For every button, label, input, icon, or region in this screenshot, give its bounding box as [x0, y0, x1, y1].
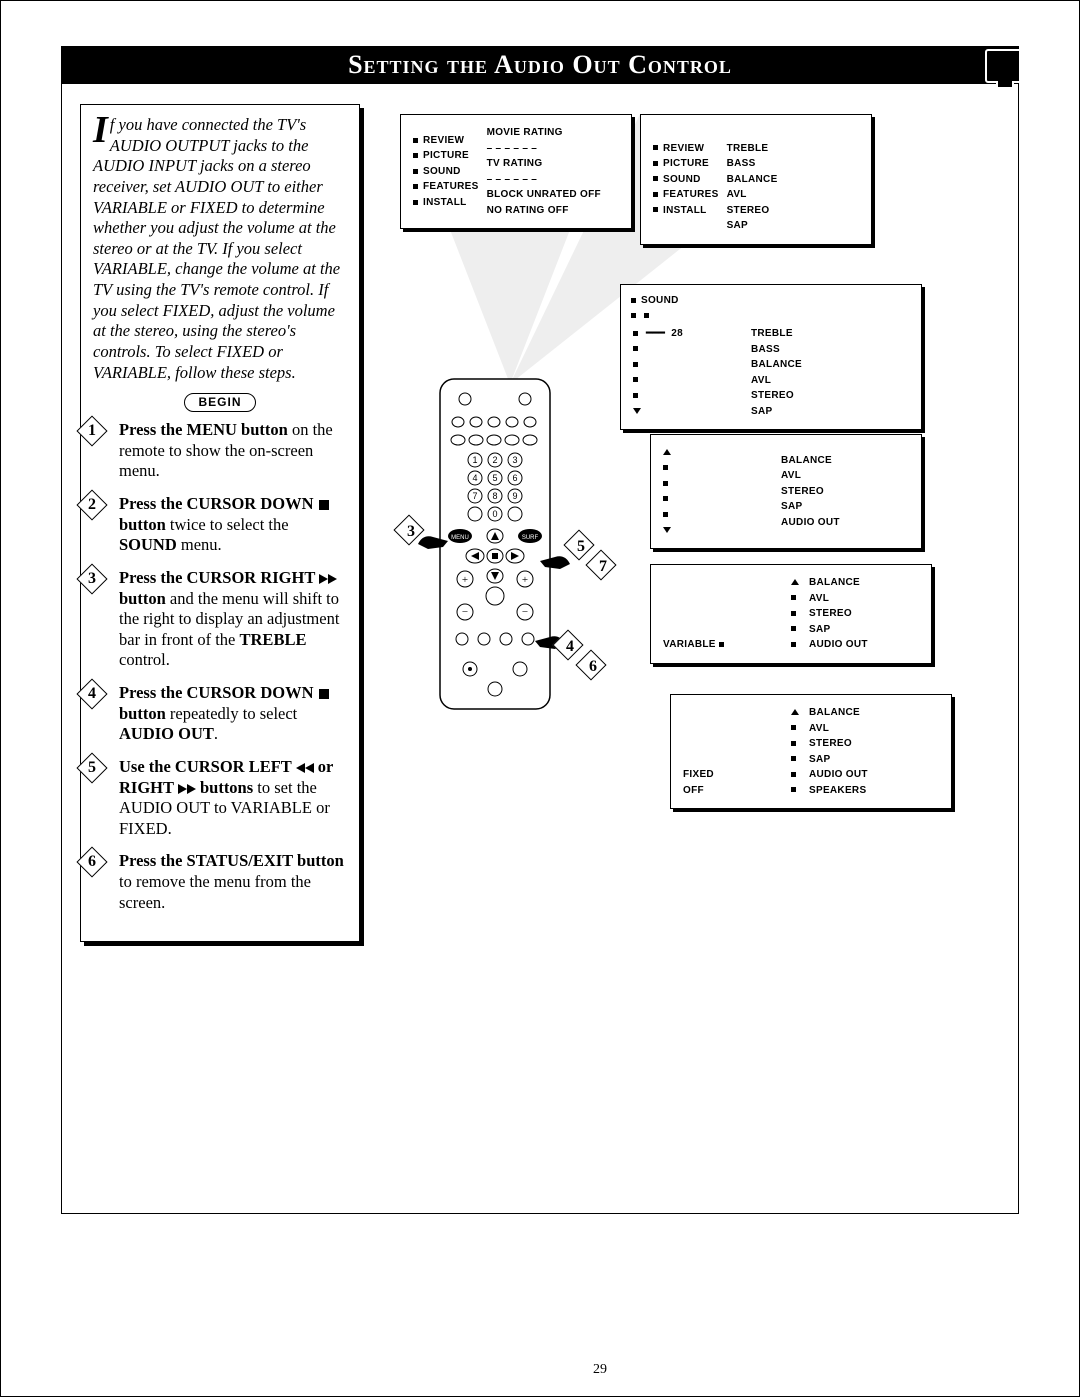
- osd-menu-fixed: FIXEDOFF BALANCE AVL STEREO SAP AUDIO OU…: [670, 694, 952, 809]
- osd-menu-variable: VARIABLE BALANCE AVL STEREO SAP AUDIO OU…: [650, 564, 932, 664]
- svg-text:5: 5: [492, 473, 497, 483]
- osd-menu-scroll-1: BALANCE AVL STEREO SAP AUDIO OUT: [650, 434, 922, 549]
- svg-text:8: 8: [492, 491, 497, 501]
- svg-text:7: 7: [472, 491, 477, 501]
- svg-text:+: +: [462, 574, 468, 586]
- tv-icon: [985, 49, 1025, 83]
- instructions-column: If you have connected the TV's AUDIO OUT…: [80, 104, 360, 1183]
- osd-menu-sound-treble: SOUND ━━━ 28 TREBLE BASS BALANCE AVL STE…: [620, 284, 922, 430]
- svg-text:+: +: [522, 574, 528, 586]
- osd-menu-main-features: REVIEW PICTURE SOUND FEATURES INSTALL MO…: [400, 114, 632, 229]
- manual-page: Setting the Audio Out Control If you hav…: [0, 0, 1080, 1397]
- svg-text:−: −: [462, 606, 468, 618]
- svg-text:1: 1: [472, 455, 477, 465]
- svg-text:4: 4: [472, 473, 477, 483]
- remote-control-icon: 1 2 3 4 5 6 7 8 9 0 MENU: [400, 374, 570, 724]
- callout-3: 3: [398, 519, 424, 545]
- step-6: 6 Press the STATUS/EXIT button to remove…: [93, 851, 347, 913]
- svg-text:SURF: SURF: [522, 535, 539, 541]
- step-4: 4 Press the CURSOR DOWN button repeatedl…: [93, 683, 347, 745]
- page-header: Setting the Audio Out Control: [61, 46, 1019, 84]
- svg-text:2: 2: [492, 455, 497, 465]
- step-1: 1 Press the MENU button on the remote to…: [93, 420, 347, 482]
- header-title: Setting the Audio Out Control: [348, 50, 732, 80]
- dropcap: I: [93, 115, 110, 145]
- osd-menu-main-sound: REVIEW PICTURE SOUND FEATURES INSTALL TR…: [640, 114, 872, 245]
- diagram: REVIEW PICTURE SOUND FEATURES INSTALL MO…: [390, 104, 1000, 854]
- instructions-box: If you have connected the TV's AUDIO OUT…: [80, 104, 360, 942]
- diagram-column: REVIEW PICTURE SOUND FEATURES INSTALL MO…: [390, 104, 1000, 1183]
- svg-text:3: 3: [512, 455, 517, 465]
- step-2: 2 Press the CURSOR DOWN button twice to …: [93, 494, 347, 556]
- svg-text:MENU: MENU: [451, 535, 469, 541]
- callout-6: 6: [580, 654, 606, 680]
- step-3: 3 Press the CURSOR RIGHT button and the …: [93, 568, 347, 671]
- page-number: 29: [61, 1362, 1080, 1378]
- svg-text:6: 6: [512, 473, 517, 483]
- svg-text:0: 0: [492, 509, 497, 519]
- svg-text:−: −: [522, 606, 528, 618]
- callout-7: 7: [590, 554, 616, 580]
- intro-paragraph: If you have connected the TV's AUDIO OUT…: [93, 115, 347, 383]
- begin-label: BEGIN: [184, 393, 256, 412]
- step-5: 5 Use the CURSOR LEFT or RIGHT buttons t…: [93, 757, 347, 840]
- page-content: If you have connected the TV's AUDIO OUT…: [61, 84, 1019, 1214]
- svg-text:9: 9: [512, 491, 517, 501]
